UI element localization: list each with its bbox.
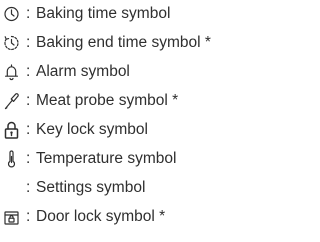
clock-end-icon	[3, 33, 20, 53]
separator: :	[26, 34, 31, 51]
legend-item-settings: : Settings symbol	[0, 176, 259, 200]
legend-item-meat-probe: : Meat probe symbol *	[0, 89, 259, 113]
legend-item-alarm: : Alarm symbol	[0, 60, 259, 84]
legend-item-door-lock: : Door lock symbol *	[0, 205, 259, 229]
legend-label: Baking end time symbol *	[36, 34, 211, 51]
key-lock-icon	[3, 120, 20, 140]
legend-label: Door lock symbol *	[36, 208, 166, 225]
legend-label: Baking time symbol	[36, 5, 171, 22]
separator: :	[26, 179, 31, 196]
thermometer-icon	[3, 149, 20, 169]
meat-probe-icon	[3, 91, 20, 111]
clock-icon	[3, 4, 20, 24]
legend-label: Key lock symbol	[36, 121, 148, 138]
separator: :	[26, 208, 31, 225]
legend-label: Meat probe symbol *	[36, 92, 179, 109]
separator: :	[26, 63, 31, 80]
legend-item-baking-time: : Baking time symbol	[0, 2, 259, 26]
separator: :	[26, 5, 31, 22]
legend-label: Alarm symbol	[36, 63, 130, 80]
separator: :	[26, 92, 31, 109]
separator: :	[26, 121, 31, 138]
bell-icon	[3, 62, 20, 82]
separator: :	[26, 150, 31, 167]
legend-item-key-lock: : Key lock symbol	[0, 118, 259, 142]
legend-label: Settings symbol	[36, 179, 146, 196]
legend-item-baking-end-time: : Baking end time symbol *	[0, 31, 259, 55]
legend-item-temperature: : Temperature symbol	[0, 147, 259, 171]
legend-label: Temperature symbol	[36, 150, 177, 167]
door-lock-icon	[3, 207, 20, 227]
